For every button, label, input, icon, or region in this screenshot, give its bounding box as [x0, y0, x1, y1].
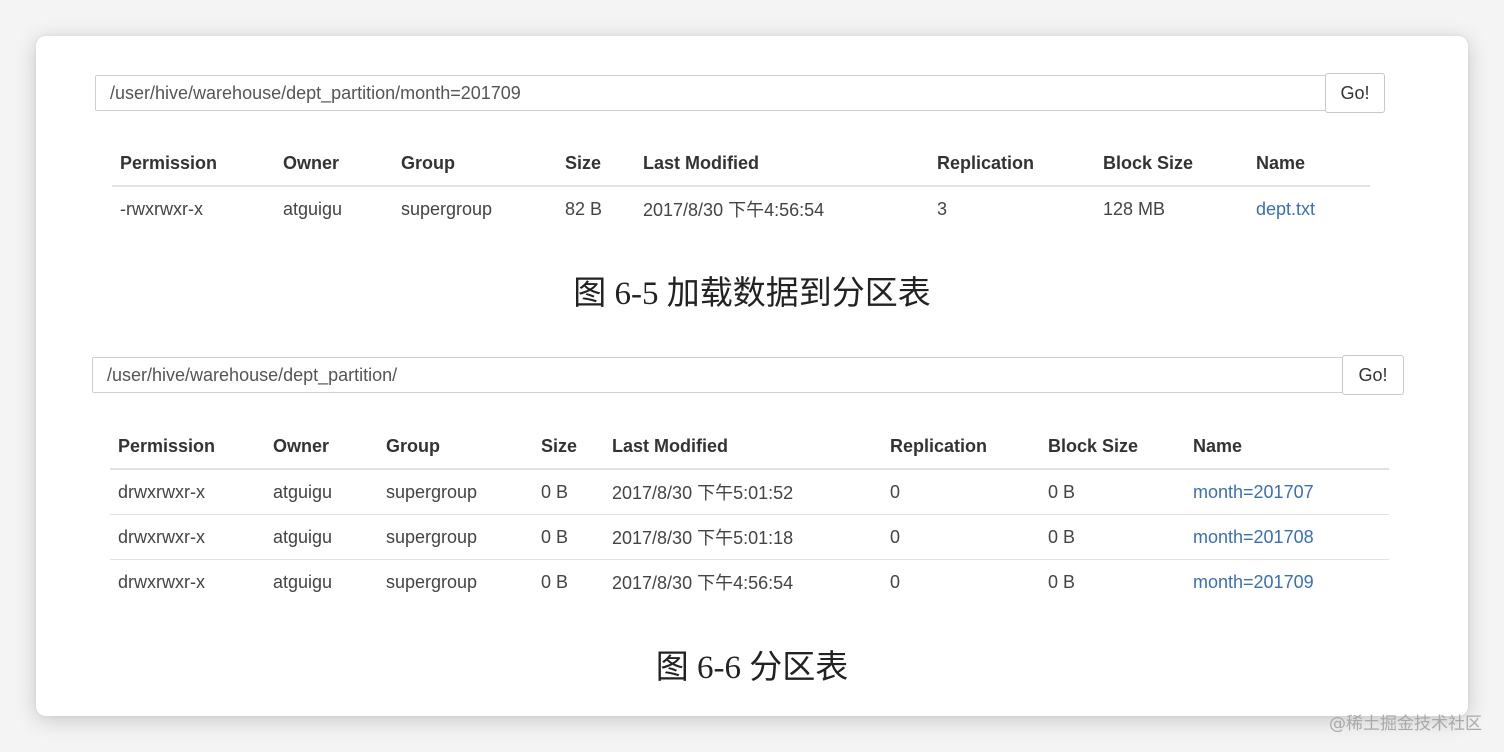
cell-group: supergroup [378, 514, 533, 560]
column-header-permission[interactable]: Permission [110, 424, 265, 470]
column-header-owner[interactable]: Owner [265, 424, 378, 470]
column-header-group[interactable]: Group [393, 141, 557, 187]
cell-name: month=201708 [1185, 514, 1389, 560]
path-input[interactable] [92, 357, 1342, 393]
cell-block-size: 0 B [1040, 469, 1185, 515]
table-header-row: Permission Owner Group Size Last Modifie… [112, 141, 1370, 187]
path-bar: Go! [95, 73, 1385, 113]
cell-permission: -rwxrwxr-x [120, 198, 203, 219]
cell-permission: drwxrwxr-x [110, 469, 265, 515]
cell-size: 0 B [541, 571, 569, 592]
column-header-size[interactable]: Size [557, 141, 635, 187]
cell-group: supergroup [401, 198, 493, 219]
table-row: drwxrwxr-x atguigu supergroup 0 B 2017/8… [110, 514, 1389, 560]
cell-name: month=201709 [1185, 560, 1389, 605]
figure-caption-6-6: 图 6-6 分区表 [655, 650, 849, 686]
column-header-name[interactable]: Name [1248, 141, 1370, 187]
cell-replication: 0 [882, 514, 1040, 560]
column-header-replication[interactable]: Replication [882, 424, 1040, 470]
cell-name: dept.txt [1248, 186, 1370, 231]
table-row: -rwxrwxr-x atguigu supergroup 82 B 2017/… [112, 186, 1370, 231]
path-bar: Go! [92, 355, 1404, 395]
column-header-group[interactable]: Group [378, 424, 533, 470]
file-browser-panel-1: Go! Permission Owner Group Size Last Mod… [95, 73, 1385, 235]
column-header-permission[interactable]: Permission [112, 141, 275, 187]
cell-last-modified: 2017/8/30 下午5:01:18 [604, 514, 882, 560]
column-header-block-size[interactable]: Block Size [1095, 141, 1248, 187]
cell-size: 0 B [533, 469, 604, 515]
cell-owner: atguigu [265, 514, 378, 560]
cell-block-size: 0 B [1048, 571, 1076, 592]
column-header-owner[interactable]: Owner [275, 141, 393, 187]
watermark-text: @稀土掘金技术社区 [1329, 714, 1482, 734]
column-header-last-modified[interactable]: Last Modified [635, 141, 929, 187]
column-header-block-size[interactable]: Block Size [1040, 424, 1185, 470]
cell-replication: 0 [882, 469, 1040, 515]
cell-owner: atguigu [265, 469, 378, 515]
file-browser-panel-2: Go! Permission Owner Group Size Last Mod… [92, 355, 1404, 607]
cell-owner: atguigu [283, 198, 343, 219]
cell-block-size: 128 MB [1103, 198, 1166, 219]
file-listing-table: Permission Owner Group Size Last Modifie… [110, 424, 1389, 604]
figure-card: Go! Permission Owner Group Size Last Mod… [36, 36, 1468, 716]
path-input[interactable] [95, 75, 1325, 111]
cell-permission: drwxrwxr-x [110, 514, 265, 560]
cell-block-size: 0 B [1040, 514, 1185, 560]
dir-link-month-201707[interactable]: month=201707 [1193, 482, 1314, 502]
cell-last-modified: 2017/8/30 下午4:56:54 [643, 200, 825, 220]
go-button[interactable]: Go! [1325, 73, 1385, 113]
cell-group: supergroup [378, 469, 533, 515]
cell-last-modified: 2017/8/30 下午4:56:54 [612, 573, 794, 593]
go-button[interactable]: Go! [1342, 355, 1404, 395]
column-header-name[interactable]: Name [1185, 424, 1389, 470]
cell-size: 82 B [565, 198, 603, 219]
cell-size: 0 B [533, 514, 604, 560]
column-header-last-modified[interactable]: Last Modified [604, 424, 882, 470]
cell-permission: drwxrwxr-x [118, 571, 205, 592]
cell-replication: 0 [890, 571, 901, 592]
figure-caption-6-5: 图 6-5 加载数据到分区表 [573, 276, 931, 312]
file-listing-table: Permission Owner Group Size Last Modifie… [112, 141, 1370, 231]
dir-link-month-201708[interactable]: month=201708 [1193, 527, 1314, 547]
column-header-replication[interactable]: Replication [929, 141, 1095, 187]
cell-name: month=201707 [1185, 469, 1389, 515]
cell-owner: atguigu [273, 571, 333, 592]
table-row: drwxrwxr-x atguigu supergroup 0 B 2017/8… [110, 469, 1389, 515]
table-row: drwxrwxr-x atguigu supergroup 0 B 2017/8… [110, 560, 1389, 605]
cell-group: supergroup [386, 571, 478, 592]
cell-replication: 3 [937, 198, 948, 219]
dir-link-month-201709[interactable]: month=201709 [1193, 572, 1314, 592]
cell-last-modified: 2017/8/30 下午5:01:52 [604, 469, 882, 515]
screenshot-canvas: Go! Permission Owner Group Size Last Mod… [0, 0, 1504, 752]
table-header-row: Permission Owner Group Size Last Modifie… [110, 424, 1389, 470]
file-link-dept-txt[interactable]: dept.txt [1256, 199, 1315, 219]
column-header-size[interactable]: Size [533, 424, 604, 470]
